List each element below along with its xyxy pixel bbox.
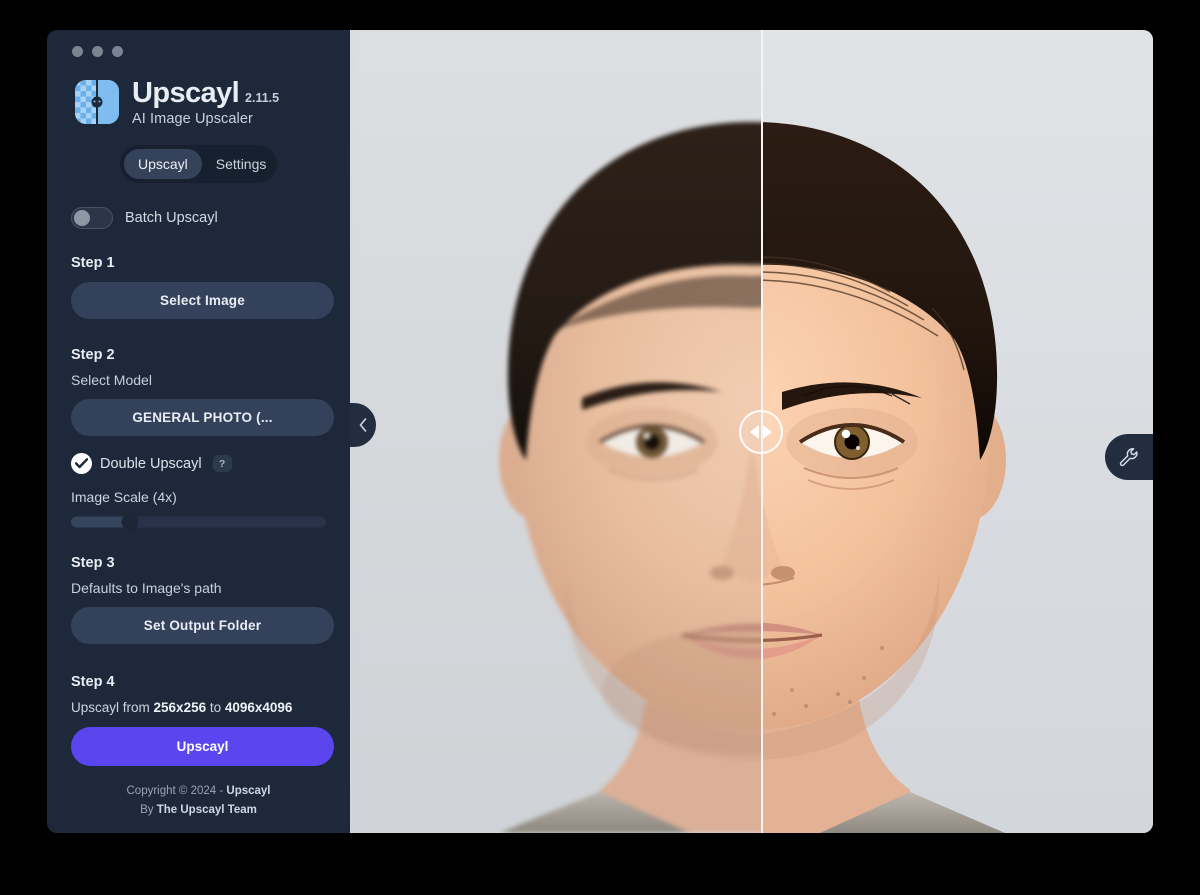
arrow-left-icon <box>750 424 759 439</box>
select-model-label: Select Model <box>71 372 152 388</box>
footer: Copyright © 2024 - Upscayl By The Upscay… <box>63 782 334 833</box>
copyright-line: Copyright © 2024 - Upscayl <box>63 782 334 801</box>
minimize-icon[interactable] <box>92 45 103 57</box>
info-mid: to <box>206 700 225 715</box>
upscayl-button[interactable]: Upscayl <box>71 727 334 766</box>
image-scale-slider[interactable] <box>71 513 326 531</box>
double-upscayl-label: Double Upscayl <box>100 455 202 472</box>
arrow-right-icon <box>763 424 772 439</box>
portrait-upscaled <box>761 30 1153 833</box>
comparison-slider-handle[interactable] <box>739 409 783 454</box>
double-upscayl-checkbox[interactable] <box>71 453 92 474</box>
page-title: Upscayl <box>132 77 240 109</box>
double-upscayl-row: Double Upscayl ? <box>63 453 334 474</box>
tab-settings[interactable]: Settings <box>202 149 281 179</box>
step-2-heading: Step 2 <box>71 347 115 363</box>
brand-header: Upscayl 2.11.5 AI Image Upscaler <box>63 77 334 127</box>
maximize-icon[interactable] <box>112 45 123 57</box>
source-dimensions: 256x256 <box>153 700 207 715</box>
upscaled-image-panel <box>761 30 1153 833</box>
batch-upscayl-toggle[interactable] <box>71 207 113 229</box>
step-4-heading: Step 4 <box>71 674 115 690</box>
tab-upscayl[interactable]: Upscayl <box>124 149 202 179</box>
tab-switcher: Upscayl Settings <box>120 145 277 183</box>
info-prefix: Upscayl from <box>71 700 154 715</box>
copyright-prefix: Copyright © 2024 - <box>126 785 227 798</box>
sidebar: Upscayl 2.11.5 AI Image Upscaler Upscayl… <box>47 30 376 833</box>
step-1-heading: Step 1 <box>71 255 115 271</box>
slider-thumb[interactable] <box>121 513 139 531</box>
team-line: By The Upscayl Team <box>63 801 334 820</box>
team-prefix: By <box>140 804 157 817</box>
logo-handle-knob <box>91 96 103 108</box>
app-tagline: AI Image Upscaler <box>132 111 253 127</box>
upscayl-logo-icon <box>75 80 119 124</box>
output-folder-hint: Defaults to Image's path <box>71 580 222 596</box>
image-comparison-viewer[interactable] <box>350 30 1153 833</box>
app-window: Upscayl 2.11.5 AI Image Upscaler Upscayl… <box>47 30 1153 833</box>
model-select-dropdown[interactable]: GENERAL PHOTO (... <box>71 399 334 436</box>
window-traffic-lights <box>63 30 334 60</box>
step-3-heading: Step 3 <box>71 555 115 571</box>
copyright-brand: Upscayl <box>226 785 271 798</box>
target-dimensions: 4096x4096 <box>224 700 293 715</box>
portrait-original <box>350 30 761 833</box>
tools-panel-button[interactable] <box>1105 434 1153 480</box>
brand-text: Upscayl 2.11.5 AI Image Upscaler <box>132 77 279 127</box>
toggle-knob <box>74 210 90 226</box>
help-icon[interactable]: ? <box>212 455 232 472</box>
image-scale-label: Image Scale (4x) <box>71 489 177 505</box>
brand-title-row: Upscayl 2.11.5 <box>132 77 279 110</box>
original-image-panel <box>350 30 761 833</box>
set-output-folder-button[interactable]: Set Output Folder <box>71 607 334 644</box>
batch-upscayl-label: Batch Upscayl <box>125 210 218 226</box>
team-name: The Upscayl Team <box>156 804 257 817</box>
upscale-dimensions-info: Upscayl from 256x256 to 4096x4096 <box>63 700 334 715</box>
select-image-button[interactable]: Select Image <box>71 282 334 319</box>
chevron-left-icon <box>359 418 366 432</box>
batch-upscayl-row: Batch Upscayl <box>63 207 334 229</box>
wrench-icon <box>1119 447 1138 467</box>
version-label: 2.11.5 <box>245 91 280 105</box>
close-icon[interactable] <box>72 45 83 57</box>
